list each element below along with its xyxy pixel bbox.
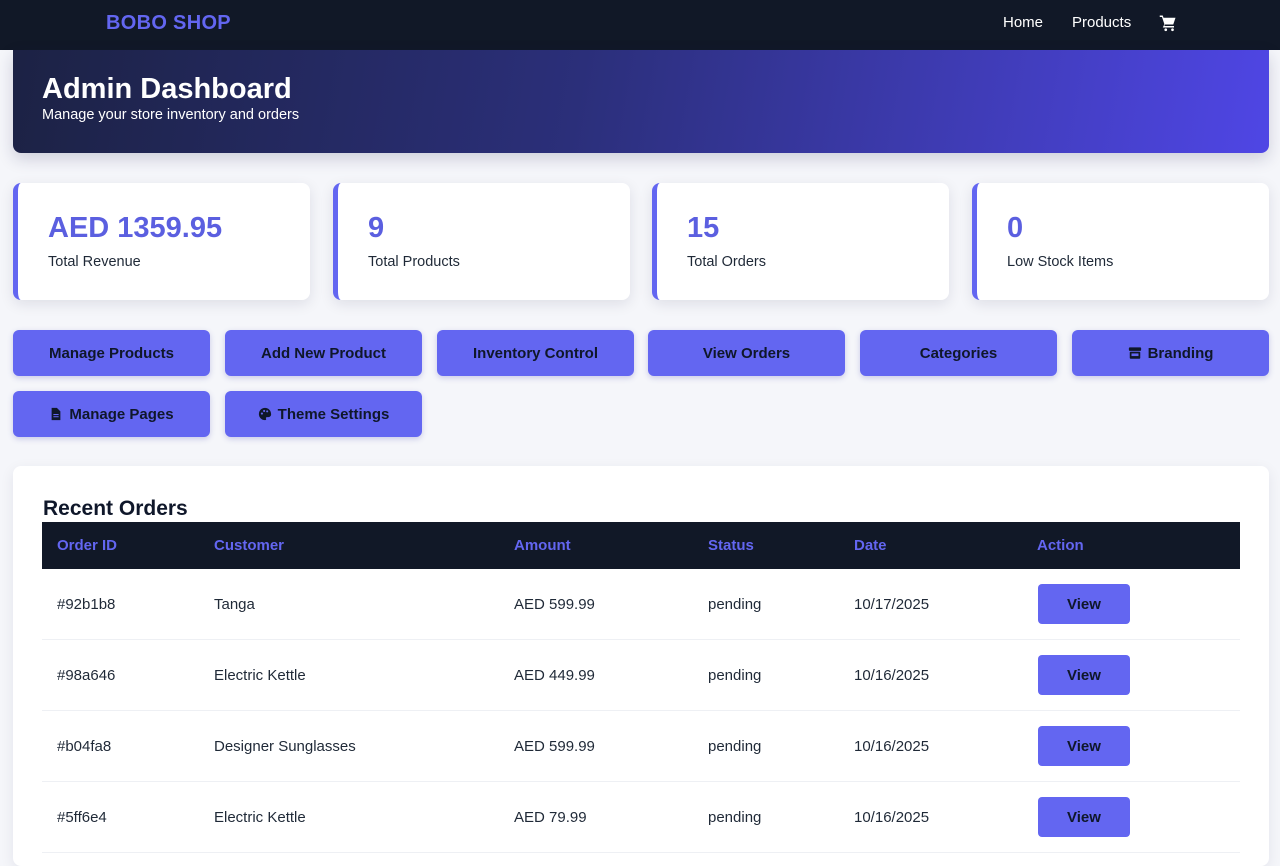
recent-orders-title: Recent Orders xyxy=(43,497,188,520)
stat-value: 9 xyxy=(368,212,385,244)
order-id: #5ff6e4 xyxy=(57,809,107,826)
orders-table: Order ID Customer Amount Status Date Act… xyxy=(42,522,1240,853)
order-amount: AED 599.99 xyxy=(514,596,595,613)
stat-card-products: 9 Total Products xyxy=(333,183,630,300)
stat-card-low-stock: 0 Low Stock Items xyxy=(972,183,1269,300)
order-id: #98a646 xyxy=(57,667,116,684)
page-subtitle: Manage your store inventory and orders xyxy=(42,107,300,123)
order-customer: Tanga xyxy=(214,596,255,613)
add-new-product-button[interactable]: Add New Product xyxy=(225,330,422,376)
nav-link-products[interactable]: Products xyxy=(1072,14,1131,31)
stat-value: AED 1359.95 xyxy=(48,212,223,244)
view-order-button[interactable]: View xyxy=(1038,726,1130,766)
order-status: pending xyxy=(708,667,762,684)
order-id: #b04fa8 xyxy=(57,738,112,755)
branding-button[interactable]: Branding xyxy=(1072,330,1269,376)
table-header: Order ID Customer Amount Status Date Act… xyxy=(42,522,1240,569)
order-amount: AED 79.99 xyxy=(514,809,587,826)
palette-icon xyxy=(258,407,271,421)
view-order-button[interactable]: View xyxy=(1038,797,1130,837)
table-row: #98a646 Electric Kettle AED 449.99 pendi… xyxy=(42,640,1240,711)
stat-label: Total Orders xyxy=(687,254,766,270)
order-customer: Electric Kettle xyxy=(214,667,306,684)
manage-products-button[interactable]: Manage Products xyxy=(13,330,210,376)
order-date: 10/16/2025 xyxy=(854,809,930,826)
stat-card-revenue: AED 1359.95 Total Revenue xyxy=(13,183,310,300)
order-status: pending xyxy=(708,738,762,755)
order-amount: AED 449.99 xyxy=(514,667,595,684)
order-date: 10/16/2025 xyxy=(854,738,930,755)
button-label: Categories xyxy=(919,344,998,362)
table-row: #5ff6e4 Electric Kettle AED 79.99 pendin… xyxy=(42,782,1240,853)
order-id: #92b1b8 xyxy=(57,596,116,613)
order-date: 10/17/2025 xyxy=(854,596,930,613)
manage-pages-button[interactable]: Manage Pages xyxy=(13,391,210,437)
column-header-order-id: Order ID xyxy=(57,537,118,554)
nav-link-home[interactable]: Home xyxy=(1003,14,1043,31)
column-header-action: Action xyxy=(1037,537,1084,554)
categories-button[interactable]: Categories xyxy=(860,330,1057,376)
button-label: View Orders xyxy=(702,344,791,362)
stat-label: Total Products xyxy=(368,254,460,270)
order-date: 10/16/2025 xyxy=(854,667,930,684)
dashboard-header: Admin Dashboard Manage your store invent… xyxy=(13,50,1269,153)
table-row: #92b1b8 Tanga AED 599.99 pending 10/17/2… xyxy=(42,569,1240,640)
stat-label: Low Stock Items xyxy=(1007,254,1114,270)
page-title: Admin Dashboard xyxy=(42,73,292,105)
stat-value: 15 xyxy=(687,212,720,244)
top-navbar: BOBO SHOP Home Products xyxy=(0,0,1280,50)
view-order-button[interactable]: View xyxy=(1038,655,1130,695)
button-label: Theme Settings xyxy=(277,405,390,423)
order-customer: Electric Kettle xyxy=(214,809,306,826)
inventory-control-button[interactable]: Inventory Control xyxy=(437,330,634,376)
stat-card-orders: 15 Total Orders xyxy=(652,183,949,300)
store-icon xyxy=(1128,347,1141,359)
order-customer: Designer Sunglasses xyxy=(214,738,356,755)
order-amount: AED 599.99 xyxy=(514,738,595,755)
table-row: #b04fa8 Designer Sunglasses AED 599.99 p… xyxy=(42,711,1240,782)
column-header-status: Status xyxy=(708,537,754,554)
order-status: pending xyxy=(708,809,762,826)
column-header-amount: Amount xyxy=(514,537,571,554)
button-label: Branding xyxy=(1147,344,1214,362)
column-header-date: Date xyxy=(854,537,887,554)
file-icon xyxy=(52,407,61,421)
view-order-button[interactable]: View xyxy=(1038,584,1130,624)
recent-orders-panel: Recent Orders Order ID Customer Amount S… xyxy=(13,466,1269,866)
cart-icon[interactable] xyxy=(1159,14,1177,32)
column-header-customer: Customer xyxy=(214,537,285,554)
stat-label: Total Revenue xyxy=(48,254,141,270)
button-label: Add New Product xyxy=(260,344,386,362)
view-orders-button[interactable]: View Orders xyxy=(648,330,845,376)
button-label: Manage Products xyxy=(48,344,175,362)
brand-logo[interactable]: BOBO SHOP xyxy=(106,12,231,35)
button-label: Manage Pages xyxy=(69,405,174,423)
stat-value: 0 xyxy=(1007,212,1024,244)
button-label: Inventory Control xyxy=(472,344,598,362)
order-status: pending xyxy=(708,596,762,613)
theme-settings-button[interactable]: Theme Settings xyxy=(225,391,422,437)
